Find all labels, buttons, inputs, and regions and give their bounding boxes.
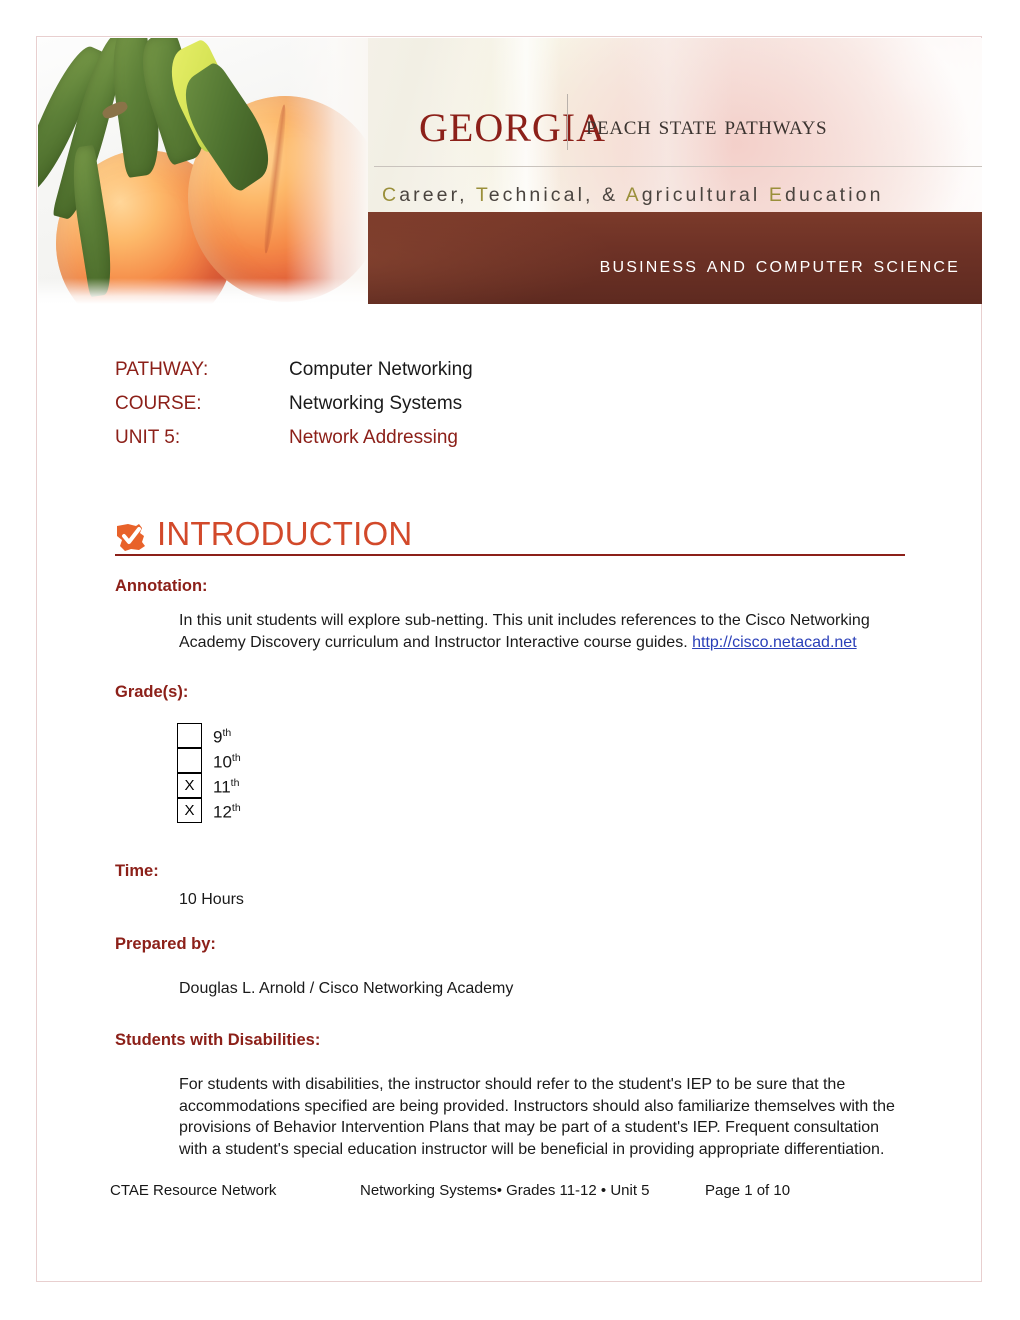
photo-fade-bottom <box>38 278 368 304</box>
page-footer: CTAE Resource Network Networking Systems… <box>110 1182 900 1199</box>
grades-label: Grade(s): <box>115 683 189 701</box>
grade-row: 10th <box>177 748 905 774</box>
grade-label-9: 9th <box>213 726 232 747</box>
grade-label-11: 11th <box>213 776 240 797</box>
prepared-by-label: Prepared by: <box>115 934 216 953</box>
wordmark-divider <box>567 94 568 150</box>
subject-bar-title: Business and Computer Science <box>599 251 960 277</box>
grade-checkbox-9[interactable] <box>177 723 202 749</box>
course-value: Networking Systems <box>289 393 463 414</box>
photo-fade-right <box>286 38 368 304</box>
unit-row: UNIT 5: Network Addressing <box>115 421 905 455</box>
peach-state-pathways-text: Peach State Pathways <box>586 110 828 140</box>
grade-checkbox-11[interactable]: X <box>177 773 202 799</box>
document-page: Georgia Peach State Pathways Career, Tec… <box>36 36 982 1282</box>
unit-value: Network Addressing <box>289 427 458 448</box>
grade-label-10: 10th <box>213 751 241 772</box>
footer-center: Networking Systems• Grades 11-12 • Unit … <box>360 1182 650 1199</box>
grade-checkbox-12[interactable]: X <box>177 798 202 824</box>
georgia-wordmark: Georgia <box>419 91 606 154</box>
grade-checkbox-10[interactable] <box>177 748 202 774</box>
prepared-by-value: Douglas L. Arnold / Cisco Networking Aca… <box>179 979 514 997</box>
disabilities-text: For students with disabilities, the inst… <box>179 1076 895 1158</box>
document-content: PATHWAY: Computer Networking COURSE: Net… <box>115 353 905 1160</box>
grade-row: 9th <box>177 723 905 749</box>
annotation-label: Annotation: <box>115 577 208 595</box>
introduction-section-header: INTRODUCTION <box>115 515 905 559</box>
peach-photo <box>38 38 368 304</box>
pathway-value: Computer Networking <box>289 359 473 380</box>
disabilities-label: Students with Disabilities: <box>115 1031 321 1049</box>
grade-row: X 12th <box>177 798 905 824</box>
pathway-label: PATHWAY: <box>115 359 209 380</box>
banner-hairline-rule <box>374 166 982 167</box>
masthead-banner: Georgia Peach State Pathways Career, Tec… <box>38 38 982 304</box>
unit-label: UNIT 5: <box>115 427 181 448</box>
section-underline-rule <box>115 554 905 556</box>
section-title: INTRODUCTION <box>157 515 413 552</box>
grade-label-12: 12th <box>213 801 241 822</box>
course-label: COURSE: <box>115 393 202 414</box>
course-row: COURSE: Networking Systems <box>115 387 905 421</box>
grade-row: X 11th <box>177 773 905 799</box>
cisco-netacad-link[interactable]: http://cisco.netacad.net <box>692 634 857 651</box>
ctae-tagline: Career, Technical, & Agricultural Educat… <box>382 184 884 206</box>
footer-left: CTAE Resource Network <box>110 1182 277 1199</box>
time-value: 10 Hours <box>179 891 244 908</box>
annotation-text: In this unit students will explore sub-n… <box>179 610 905 653</box>
time-label: Time: <box>115 862 159 880</box>
footer-right: Page 1 of 10 <box>705 1182 791 1199</box>
grade-checkbox-group: 9th 10th X 11th X 12th <box>177 723 905 824</box>
georgia-check-icon <box>115 522 147 552</box>
pathway-row: PATHWAY: Computer Networking <box>115 353 905 387</box>
